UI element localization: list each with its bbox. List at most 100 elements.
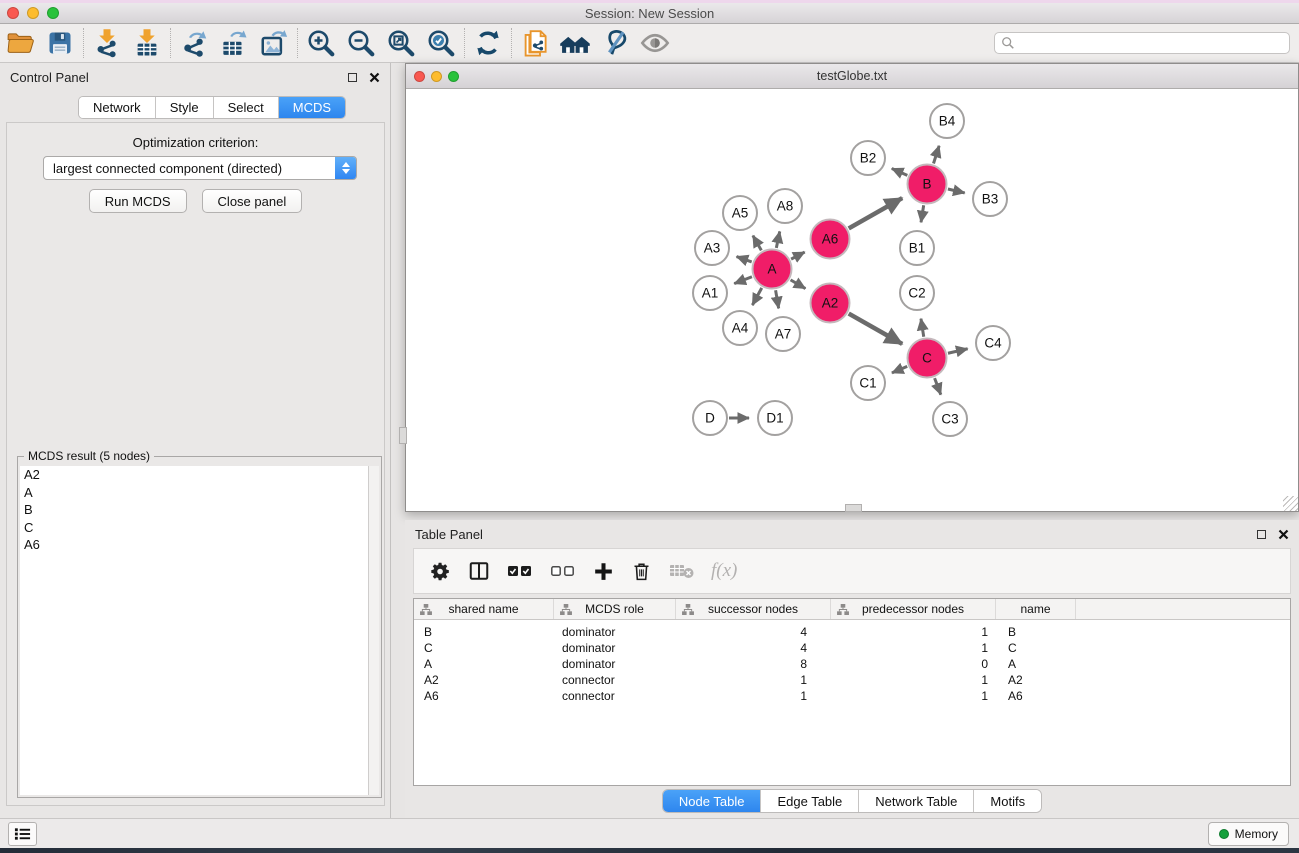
graph-edge-A2-C[interactable] — [849, 314, 903, 344]
column-header-name[interactable]: name — [996, 599, 1076, 619]
close-panel-button[interactable]: Close panel — [202, 189, 303, 213]
toolbar-separator — [297, 28, 298, 58]
result-list-item[interactable]: A2 — [20, 466, 368, 484]
graph-edge-A-A7[interactable] — [776, 290, 779, 308]
tab-style[interactable]: Style — [156, 97, 214, 118]
canvas-bottom-handle[interactable] — [845, 504, 862, 512]
import-table-button[interactable] — [127, 26, 167, 60]
graph-node-label: A6 — [822, 232, 839, 247]
table-row[interactable]: Cdominator41C — [414, 640, 1290, 656]
graph-node-label: C — [922, 351, 932, 366]
export-image-button[interactable] — [254, 26, 294, 60]
tab-network[interactable]: Network — [79, 97, 156, 118]
table-row[interactable]: A2connector11A2 — [414, 672, 1290, 688]
window-resize-grip[interactable] — [1283, 496, 1298, 511]
open-session-button[interactable] — [0, 26, 40, 60]
hide-annotations-button[interactable] — [595, 26, 635, 60]
graph-edge-A-A4[interactable] — [752, 288, 761, 305]
column-header-mcds-role[interactable]: MCDS role — [554, 599, 676, 619]
task-history-button[interactable] — [8, 822, 37, 846]
new-network-from-selection-button[interactable] — [515, 26, 555, 60]
result-list-item[interactable]: A6 — [20, 536, 368, 554]
graph-edge-A-A5[interactable] — [753, 236, 761, 251]
close-table-panel-icon[interactable] — [1278, 529, 1289, 540]
toolbar-separator — [170, 28, 171, 58]
deselect-all-checkboxes-icon[interactable] — [550, 562, 576, 580]
table-row[interactable]: Bdominator41B — [414, 624, 1290, 640]
optimization-criterion-label: Optimization criterion: — [7, 135, 384, 150]
delete-column-icon[interactable] — [631, 561, 652, 582]
function-builder-icon[interactable]: f(x) — [711, 560, 737, 582]
zoom-selected-button[interactable] — [421, 26, 461, 60]
control-panel: Control Panel Network Style Select MCDS … — [0, 63, 391, 818]
column-header-shared-name[interactable]: shared name — [414, 599, 554, 619]
show-graphics-details-button[interactable] — [635, 26, 675, 60]
mcds-result-list[interactable]: A2ABCA6 — [20, 466, 368, 795]
float-panel-icon[interactable] — [348, 73, 357, 82]
graph-edge-A-A8[interactable] — [776, 231, 779, 247]
export-network-button[interactable] — [174, 26, 214, 60]
graph-edge-C-C4[interactable] — [948, 349, 968, 353]
tab-network-table[interactable]: Network Table — [859, 790, 974, 812]
zoom-fit-button[interactable] — [381, 26, 421, 60]
import-network-button[interactable] — [87, 26, 127, 60]
zoom-out-button[interactable] — [341, 26, 381, 60]
search-field[interactable] — [994, 32, 1290, 54]
save-session-button[interactable] — [40, 26, 80, 60]
node-table: shared name MCDS role successor nodes pr… — [413, 598, 1291, 786]
network-graph[interactable]: B4B2BB3A8A5A6A3B1AA1C2A2A4A7C4CC1DD1C3 — [406, 89, 1298, 511]
graph-node-label: B — [922, 177, 931, 192]
canvas-left-handle[interactable] — [399, 427, 407, 444]
graph-edge-C-C3[interactable] — [935, 378, 941, 395]
refresh-layout-button[interactable] — [468, 26, 508, 60]
table-cell: dominator — [554, 657, 676, 671]
show-columns-icon[interactable] — [468, 560, 490, 582]
graph-edge-A-A3[interactable] — [737, 257, 752, 262]
close-panel-icon[interactable] — [369, 72, 380, 83]
graph-edge-C-C2[interactable] — [921, 319, 924, 337]
cybrowser-home-button[interactable] — [555, 26, 595, 60]
zoom-in-button[interactable] — [301, 26, 341, 60]
graph-edge-B-B1[interactable] — [921, 205, 924, 222]
table-cell: A — [414, 657, 554, 671]
run-mcds-button[interactable]: Run MCDS — [89, 189, 187, 213]
graph-edge-B-B2[interactable] — [892, 168, 908, 175]
select-all-checkboxes-icon[interactable] — [507, 562, 533, 580]
search-icon — [1001, 36, 1015, 50]
tab-node-table[interactable]: Node Table — [663, 790, 762, 812]
settings-gear-icon[interactable] — [430, 561, 451, 582]
optimization-criterion-select[interactable]: largest connected component (directed) — [43, 156, 357, 180]
table-row[interactable]: Adominator80A — [414, 656, 1290, 672]
result-list-item[interactable]: C — [20, 519, 368, 537]
delete-table-icon[interactable] — [669, 562, 694, 580]
result-scrollbar[interactable] — [368, 466, 379, 795]
float-table-panel-icon[interactable] — [1257, 530, 1266, 539]
tab-edge-table[interactable]: Edge Table — [761, 790, 859, 812]
graph-edge-B-B4[interactable] — [934, 146, 940, 164]
column-header-successor-nodes[interactable]: successor nodes — [676, 599, 831, 619]
network-canvas[interactable]: B4B2BB3A8A5A6A3B1AA1C2A2A4A7C4CC1DD1C3 — [406, 89, 1298, 511]
table-row[interactable]: A6connector11A6 — [414, 688, 1290, 704]
graph-edge-C-C1[interactable] — [892, 366, 907, 372]
export-table-button[interactable] — [214, 26, 254, 60]
tab-motifs[interactable]: Motifs — [974, 790, 1041, 812]
network-window-titlebar[interactable]: testGlobe.txt — [406, 64, 1298, 89]
graph-node-label: B4 — [939, 114, 956, 129]
graph-edge-A6-B[interactable] — [849, 198, 903, 228]
tab-select[interactable]: Select — [214, 97, 279, 118]
add-column-icon[interactable] — [593, 561, 614, 582]
zoom-in-icon — [306, 28, 336, 58]
graph-edge-A-A2[interactable] — [791, 280, 806, 289]
memory-button[interactable]: Memory — [1208, 822, 1289, 846]
graph-edge-B-B3[interactable] — [948, 189, 965, 193]
search-input[interactable] — [1015, 34, 1289, 52]
result-list-item[interactable]: B — [20, 501, 368, 519]
table-header-row: shared name MCDS role successor nodes pr… — [414, 599, 1290, 620]
result-list-item[interactable]: A — [20, 484, 368, 502]
graph-edge-A-A6[interactable] — [791, 252, 805, 259]
column-header-predecessor-nodes[interactable]: predecessor nodes — [831, 599, 996, 619]
toolbar-separator — [83, 28, 84, 58]
table-cell: A6 — [414, 689, 554, 703]
tab-mcds[interactable]: MCDS — [279, 97, 345, 118]
graph-edge-A-A1[interactable] — [734, 277, 752, 284]
